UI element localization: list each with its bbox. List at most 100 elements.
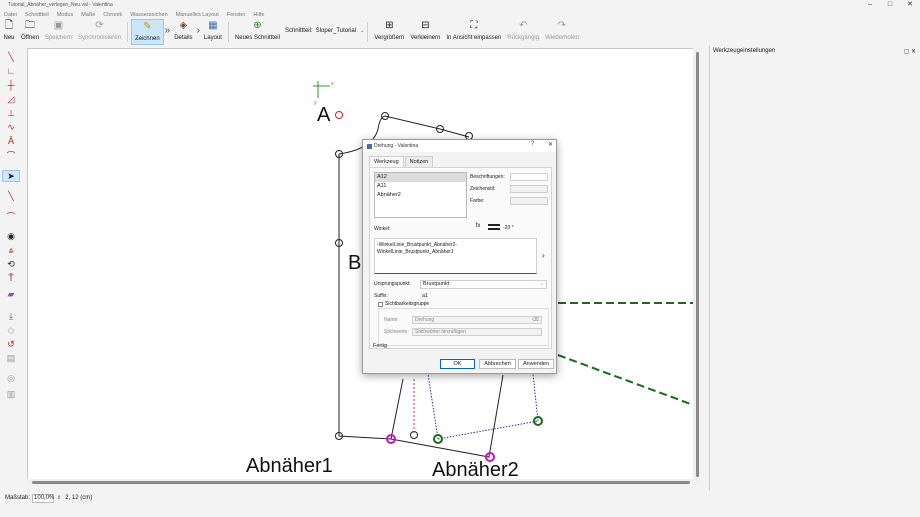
settings-circle-icon[interactable]: ◎ — [2, 372, 20, 384]
rotate-tool-icon[interactable]: ⟲ — [2, 258, 20, 270]
tab-werkzeug[interactable]: Werkzeug — [369, 156, 404, 167]
origin-point-combo[interactable]: Brustpunkt ⌄ — [420, 280, 547, 289]
menu-manuelles-layout[interactable]: Manuelles Layout — [176, 12, 219, 18]
apply-button[interactable]: Anwenden — [518, 359, 554, 369]
draw-mode-button[interactable]: ✎ Zeichnen — [130, 19, 164, 45]
fit-view-button[interactable]: ⛶ In Ansicht einpassen — [443, 19, 504, 45]
visibility-group-checkbox[interactable]: Sichtbarkeitsgruppe — [378, 301, 429, 307]
new-piece-icon: ⊕ — [253, 20, 262, 31]
redo-button[interactable]: ↷ Wiederholen — [542, 19, 582, 45]
scale-input[interactable]: 100,0% — [32, 493, 54, 503]
menu-chronik[interactable]: Chronik — [103, 12, 122, 18]
pin-tool-icon[interactable]: ▤ — [2, 352, 20, 364]
new-button[interactable]: 🗋 Neu — [0, 19, 18, 45]
arc-tool-icon[interactable]: ⌒ — [2, 149, 20, 161]
folder-icon: 🗀 — [24, 20, 35, 31]
angle-formula-input[interactable]: -WinkelLinie_Brustpunkt_Abnäher2- Winkel… — [374, 238, 537, 274]
spline-tool-icon[interactable]: Ā — [2, 135, 20, 147]
save-button[interactable]: ▣ Speichern — [42, 19, 75, 45]
sync-button[interactable]: ⟳ Synchronisieren — [75, 19, 124, 45]
mirror-tool-icon[interactable]: ⩓ — [2, 244, 20, 256]
title-bar: Tutorial_Abnäher_verlegen_Neu.val - Vale… — [0, 0, 920, 10]
menu-datei[interactable]: Datei — [4, 12, 17, 18]
angle-label: Winkel: — [374, 226, 391, 232]
suffix-value[interactable]: a1 — [422, 293, 428, 299]
normal-tool-icon[interactable]: ⊥ — [2, 107, 20, 119]
horizontal-scroll-thumb[interactable] — [32, 481, 690, 484]
color-combo[interactable] — [510, 197, 548, 205]
intersect-tool-icon[interactable]: ┼ — [2, 79, 20, 91]
union-tool-icon[interactable]: ◇ — [2, 324, 20, 336]
details-icon: ◈ — [179, 20, 188, 31]
tab-notizen[interactable]: Notizen — [404, 156, 434, 167]
point-at-distance-tool-icon[interactable]: ╲ — [2, 51, 20, 63]
new-pattern-piece-button[interactable]: ⊕ Neues Schnittteil — [232, 19, 283, 45]
help-button[interactable]: ? — [531, 141, 534, 147]
eye-icon[interactable]: ◉ — [2, 230, 20, 242]
status-bar: Maßstab: 100,0% ⇕ 2, 12 (cm) — [0, 491, 920, 505]
line-style-combo[interactable] — [510, 185, 548, 193]
ok-button[interactable]: OK — [440, 359, 475, 369]
curve-tool-icon[interactable]: ∿ — [2, 121, 20, 133]
point-label-a: A — [317, 104, 331, 126]
formula-line: WinkelLinie_Brustpunkt_Abnäher1 — [377, 249, 454, 255]
segment-tool-icon[interactable]: ╲ — [2, 190, 20, 202]
details-mode-button[interactable]: ◈ Details — [171, 19, 195, 45]
menu-wasserzeichen[interactable]: Wasserzeichen — [130, 12, 167, 18]
open-button[interactable]: 🗀 Öffnen — [18, 19, 42, 45]
undo-button[interactable]: ↶ Rückgängig — [504, 19, 542, 45]
panel-controls[interactable]: ▢ ✕ — [904, 48, 916, 55]
point-a-marker — [335, 111, 343, 119]
chevron-down-icon[interactable]: ⌄ — [360, 28, 364, 34]
minimize-button[interactable]: – — [860, 0, 880, 10]
expand-chevron-icon[interactable]: › — [542, 251, 545, 260]
origin-point-value: Brustpunkt — [423, 281, 450, 287]
layout-mode-button[interactable]: ▦ Layout — [201, 19, 225, 45]
path-tool-icon[interactable]: ↺ — [2, 338, 20, 350]
visibility-group-box — [378, 308, 549, 346]
group-name-input[interactable]: Drehung ⌫ — [412, 316, 542, 324]
maximize-button[interactable]: □ — [880, 0, 900, 10]
detail-tool-icon[interactable]: ⤓ — [2, 310, 20, 322]
formula-wizard-button[interactable]: fx — [472, 223, 484, 233]
menu-modus[interactable]: Modus — [57, 12, 74, 18]
object-list[interactable]: A12 A11 Abnäher2 — [374, 172, 467, 218]
checkbox-icon[interactable] — [378, 301, 383, 307]
status-ready-text: Fertig — [373, 343, 388, 349]
arc-segment-tool-icon[interactable]: ⌒ — [2, 210, 20, 222]
triangle-tool-icon[interactable]: ◿ — [2, 93, 20, 105]
pattern-piece-combo[interactable]: Sloper_Tutorial — [316, 28, 356, 34]
rotated-dart-line — [437, 420, 539, 440]
cancel-button[interactable]: Abbrechen — [479, 359, 516, 369]
line-tool-icon[interactable]: ∟ — [2, 65, 20, 77]
labels-input[interactable] — [510, 173, 548, 181]
menu-fenster[interactable]: Fenster — [227, 12, 246, 18]
guide-line — [557, 354, 697, 407]
spin-arrows-icon[interactable]: ⇕ — [57, 495, 61, 501]
rotated-dart-line — [427, 373, 439, 440]
layout-tool-icon[interactable]: ▥ — [2, 388, 20, 400]
move-tool-icon[interactable]: Ť — [2, 272, 20, 284]
tool-panel: ╲ ∟ ┼ ◿ ⊥ ∿ Ā ⌒ ➤ ╲ ⌒ ◉ ⩓ ⟲ Ť ▰ ⤓ ◇ ↺ ▤ … — [0, 46, 22, 486]
list-item[interactable]: A11 — [375, 182, 466, 191]
list-item[interactable]: A12 — [375, 173, 466, 182]
dart2-label: Abnäher2 — [432, 459, 519, 481]
close-window-button[interactable]: ✕ — [900, 0, 920, 10]
origin-axis-indicator: x y — [313, 81, 334, 106]
tool-options-panel: Werkzeugeinstellungen ▢ ✕ — [709, 45, 920, 491]
list-item[interactable]: Abnäher2 — [375, 191, 466, 200]
arrow-select-tool-icon[interactable]: ➤ — [2, 170, 20, 182]
menu-schnittteil[interactable]: Schnittteil — [25, 12, 49, 18]
group-tool-icon[interactable]: ▰ — [2, 288, 20, 300]
menu-masse[interactable]: Maße — [81, 12, 95, 18]
origin-point-label: Ursprungspunkt: — [374, 281, 411, 287]
vertical-scroll-thumb[interactable] — [696, 52, 699, 477]
group-name-placeholder: Drehung — [415, 317, 435, 323]
menu-hilfe[interactable]: Hilfe — [253, 12, 264, 18]
tags-input[interactable]: Stichwörter hinzufügen — [412, 328, 542, 336]
dialog-close-button[interactable]: ✕ — [548, 141, 553, 148]
zoom-out-button[interactable]: ⊟ Verkleinern — [407, 19, 443, 45]
clear-field-icon[interactable]: ⌫ — [532, 317, 539, 323]
zoom-in-button[interactable]: ⊞ Vergrößern — [371, 19, 407, 45]
fit-view-icon: ⛶ — [470, 20, 478, 31]
